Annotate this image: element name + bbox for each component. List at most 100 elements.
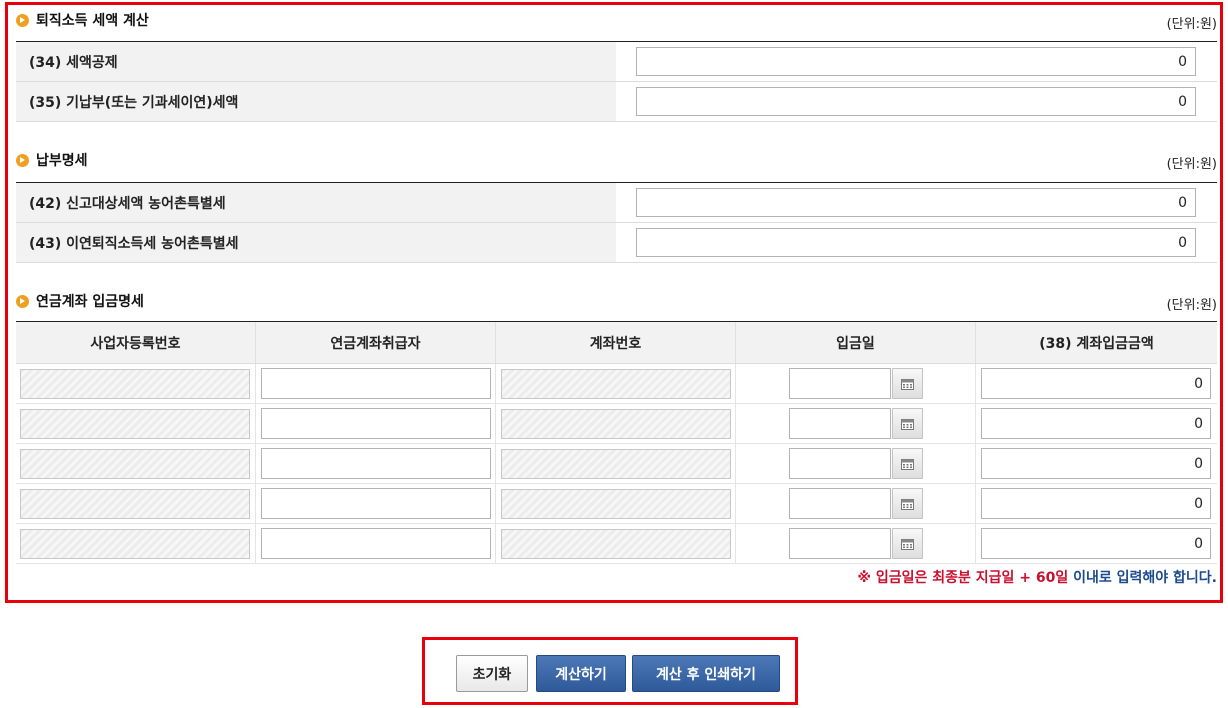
- cell: [496, 484, 736, 523]
- cell: [256, 484, 496, 523]
- payment-table: (42) 신고대상세액 농어촌특별세 (43) 이연퇴직소득세 농어촌특별세: [16, 182, 1217, 263]
- cell: [16, 444, 256, 483]
- row-value-cell: [616, 42, 1217, 81]
- business-number-field: [20, 408, 250, 439]
- unit-label: (단위:원): [1166, 298, 1217, 313]
- date-picker-button[interactable]: [892, 408, 923, 439]
- tax-credit-input[interactable]: [636, 47, 1196, 76]
- account-handler-input[interactable]: [261, 448, 491, 479]
- column-header: 사업자등록번호: [16, 322, 256, 363]
- table-row: [16, 364, 1217, 404]
- account-number-field: [501, 488, 731, 519]
- section-title-payment: 납부명세: [16, 150, 88, 170]
- calendar-icon: [901, 498, 914, 510]
- deposit-amount-input[interactable]: [981, 368, 1211, 399]
- calendar-icon: [901, 458, 914, 470]
- cell: [976, 404, 1217, 443]
- orange-arrow-bullet-icon: [16, 13, 29, 27]
- section-title-text: 연금계좌 입금명세: [36, 294, 144, 310]
- deposit-amount-input[interactable]: [981, 408, 1211, 439]
- cell: [16, 524, 256, 563]
- deposit-date-input[interactable]: [789, 488, 891, 519]
- orange-arrow-bullet-icon: [16, 294, 29, 308]
- table-header: 사업자등록번호 연금계좌취급자 계좌번호 입금일 (38) 계좌입금금액: [16, 322, 1217, 364]
- account-number-field: [501, 528, 731, 559]
- notice-text-blue: 이내로 입력해야 합니다.: [1068, 570, 1217, 586]
- date-picker-button[interactable]: [892, 368, 923, 399]
- cell: [496, 444, 736, 483]
- deposit-date-input[interactable]: [789, 368, 891, 399]
- deposit-date-input[interactable]: [789, 448, 891, 479]
- deposit-amount-input[interactable]: [981, 528, 1211, 559]
- row-label: (34) 세액공제: [16, 42, 616, 81]
- business-number-field: [20, 528, 250, 559]
- date-picker-button[interactable]: [892, 448, 923, 479]
- calculate-button[interactable]: 계산하기: [536, 655, 626, 692]
- cell: [976, 444, 1217, 483]
- business-number-field: [20, 368, 250, 399]
- column-header: 계좌번호: [496, 322, 736, 363]
- calendar-icon: [901, 378, 914, 390]
- deposit-date-input[interactable]: [789, 528, 891, 559]
- date-picker-button[interactable]: [892, 528, 923, 559]
- cell: [736, 404, 976, 443]
- cell: [256, 364, 496, 403]
- row-value-cell: [616, 82, 1217, 121]
- calculate-and-print-button[interactable]: 계산 후 인쇄하기: [632, 655, 780, 692]
- cell: [16, 404, 256, 443]
- cell: [976, 364, 1217, 403]
- cell: [256, 444, 496, 483]
- cell: [496, 404, 736, 443]
- account-number-field: [501, 368, 731, 399]
- table-row: [16, 484, 1217, 524]
- form-row-tax-credit: (34) 세액공제: [16, 42, 1217, 82]
- cell: [736, 444, 976, 483]
- business-number-field: [20, 488, 250, 519]
- account-handler-input[interactable]: [261, 368, 491, 399]
- deposit-amount-input[interactable]: [981, 448, 1211, 479]
- calendar-icon: [901, 538, 914, 550]
- pension-deposit-table: 사업자등록번호 연금계좌취급자 계좌번호 입금일 (38) 계좌입금금액: [16, 321, 1217, 564]
- section-title-pension-deposit: 연금계좌 입금명세: [16, 291, 144, 311]
- reset-button[interactable]: 초기화: [456, 655, 528, 692]
- account-number-field: [501, 448, 731, 479]
- cell: [256, 524, 496, 563]
- section-title-tax-calc: 퇴직소득 세액 계산: [16, 10, 149, 30]
- section-title-text: 퇴직소득 세액 계산: [36, 13, 149, 29]
- deposit-amount-input[interactable]: [981, 488, 1211, 519]
- date-picker-button[interactable]: [892, 488, 923, 519]
- table-row: [16, 524, 1217, 564]
- section-title-text: 납부명세: [36, 153, 88, 169]
- column-header: (38) 계좌입금금액: [1039, 335, 1154, 352]
- cell: [496, 364, 736, 403]
- cell: [16, 364, 256, 403]
- account-number-field: [501, 408, 731, 439]
- orange-arrow-bullet-icon: [16, 153, 29, 167]
- row-value-cell: [616, 223, 1217, 262]
- deposit-date-input[interactable]: [789, 408, 891, 439]
- rural-tax-reported-input[interactable]: [636, 188, 1196, 217]
- row-label: (35) 기납부(또는 기과세이연)세액: [16, 82, 616, 121]
- cell: [16, 484, 256, 523]
- tax-calc-table: (34) 세액공제 (35) 기납부(또는 기과세이연)세액: [16, 41, 1217, 122]
- account-handler-input[interactable]: [261, 408, 491, 439]
- account-handler-input[interactable]: [261, 488, 491, 519]
- cell: [736, 524, 976, 563]
- business-number-field: [20, 448, 250, 479]
- cell: [496, 524, 736, 563]
- row-label: (43) 이연퇴직소득세 농어촌특별세: [16, 223, 616, 262]
- cell: [976, 524, 1217, 563]
- prepaid-tax-input[interactable]: [636, 87, 1196, 116]
- form-row-prepaid-tax: (35) 기납부(또는 기과세이연)세액: [16, 82, 1217, 122]
- column-header: 연금계좌취급자: [256, 322, 496, 363]
- account-handler-input[interactable]: [261, 528, 491, 559]
- calendar-icon: [901, 418, 914, 430]
- unit-label: (단위:원): [1166, 157, 1217, 172]
- cell: [736, 364, 976, 403]
- notice-text-red: ※ 입금일은 최종분 지급일 + 60일: [857, 570, 1069, 586]
- table-row: [16, 444, 1217, 484]
- row-label: (42) 신고대상세액 농어촌특별세: [16, 183, 616, 222]
- deposit-date-notice: ※ 입금일은 최종분 지급일 + 60일 이내로 입력해야 합니다.: [857, 567, 1217, 587]
- rural-tax-deferred-input[interactable]: [636, 228, 1196, 257]
- row-value-cell: [616, 183, 1217, 222]
